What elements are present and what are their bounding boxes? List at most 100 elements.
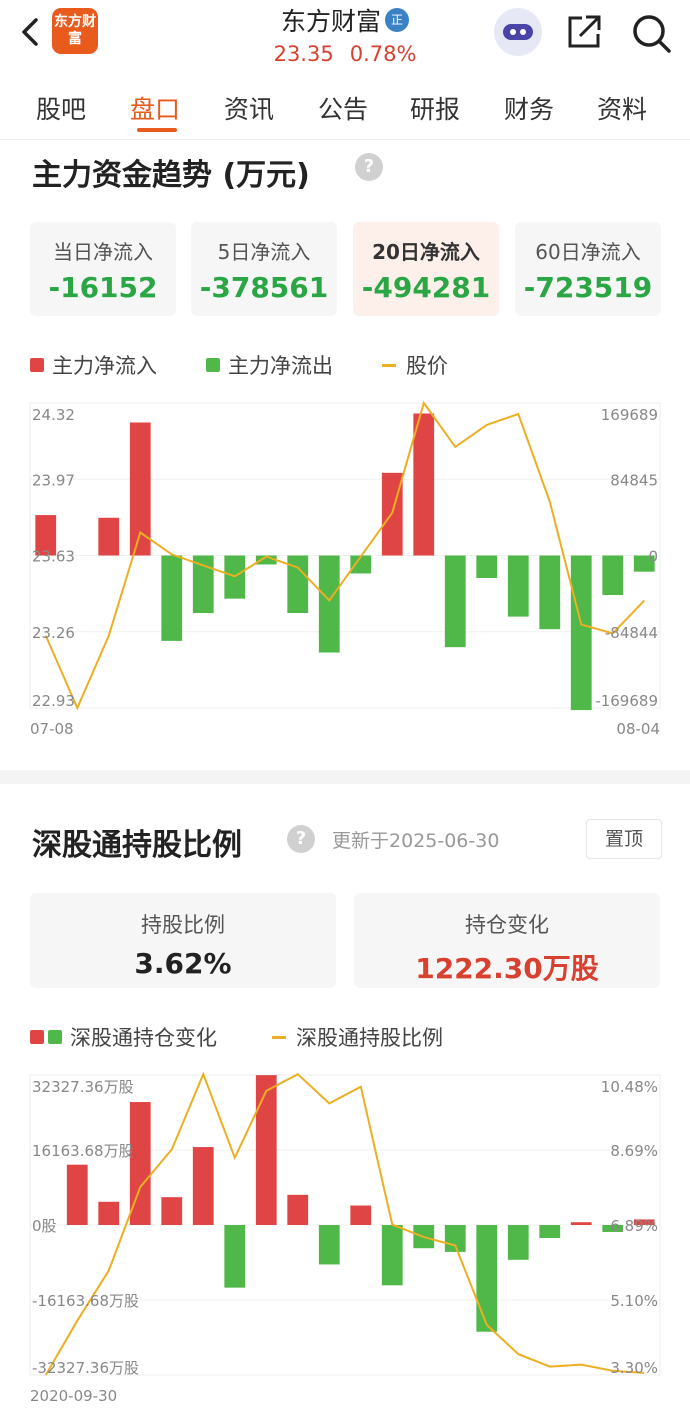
bar bbox=[570, 1222, 592, 1225]
tab-pankou[interactable]: 盘口 bbox=[130, 90, 180, 126]
app-logo: 东方财富 bbox=[52, 8, 98, 54]
left-tick-label: 22.93 bbox=[32, 692, 75, 710]
bar bbox=[507, 555, 529, 617]
share-icon[interactable] bbox=[564, 12, 604, 52]
card-label: 当日净流入 bbox=[53, 240, 153, 264]
stock-change-pct: 0.78% bbox=[349, 42, 417, 66]
bar bbox=[98, 517, 120, 556]
card-label: 5日净流入 bbox=[217, 240, 311, 264]
x-end-label: 08-04 bbox=[616, 720, 660, 738]
left-tick-label: 0股 bbox=[32, 1217, 57, 1235]
tab-announcements[interactable]: 公告 bbox=[318, 90, 368, 126]
left-tick-label: 24.32 bbox=[32, 406, 75, 424]
stock-price: 23.35 bbox=[273, 42, 334, 66]
back-arrow-icon[interactable] bbox=[12, 14, 48, 50]
legend-swatch bbox=[272, 1035, 286, 1039]
bar bbox=[476, 555, 498, 578]
card-label: 持仓变化 bbox=[465, 913, 549, 937]
x-start-label: 07-08 bbox=[30, 720, 74, 738]
bar bbox=[476, 1225, 498, 1332]
help-icon[interactable]: ? bbox=[287, 825, 315, 853]
card-value: -723519 bbox=[523, 271, 653, 304]
avatar-eye bbox=[520, 29, 526, 35]
tab-research[interactable]: 研报 bbox=[410, 90, 460, 126]
right-tick-label: -169689 bbox=[595, 692, 658, 710]
legend-holding-ratio: 深股通持股比例 bbox=[272, 1022, 443, 1052]
bar bbox=[255, 1075, 277, 1225]
stock-header: 东方财富正 23.35 0.78% bbox=[230, 2, 460, 66]
fund-trend-title: 主力资金趋势 (万元) bbox=[32, 158, 310, 193]
x-start-label: 2020-09-30 bbox=[30, 1387, 117, 1405]
legend-outflow: 主力净流出 bbox=[206, 350, 333, 380]
right-tick-label: 3.30% bbox=[610, 1359, 658, 1377]
bar bbox=[570, 555, 592, 711]
right-tick-label: 10.48% bbox=[601, 1078, 658, 1096]
right-tick-label: 8.69% bbox=[610, 1142, 658, 1160]
right-tick-label: 0 bbox=[648, 548, 658, 566]
bar bbox=[192, 1147, 214, 1225]
legend-label: 主力净流入 bbox=[52, 354, 157, 378]
legend-swatch bbox=[30, 358, 44, 372]
left-tick-label: 23.63 bbox=[32, 548, 75, 566]
update-date: 更新于2025-06-30 bbox=[332, 830, 500, 852]
bar bbox=[350, 1205, 372, 1225]
holding-chart: 32327.36万股 16163.68万股 0股 -16163.68万股 -32327.… bbox=[29, 1071, 661, 1405]
bar bbox=[413, 413, 435, 556]
bar bbox=[287, 1194, 309, 1225]
legend-label: 主力净流出 bbox=[228, 354, 333, 378]
right-tick-label: 5.10% bbox=[610, 1292, 658, 1310]
card-value: -494281 bbox=[361, 271, 491, 304]
bar bbox=[507, 1225, 529, 1260]
right-tick-label: 6.89% bbox=[610, 1217, 658, 1235]
tab-guba[interactable]: 股吧 bbox=[36, 90, 86, 126]
bar bbox=[318, 1225, 340, 1265]
card-value: 1222.30万股 bbox=[415, 952, 599, 985]
legend-inflow: 主力净流入 bbox=[30, 350, 157, 380]
card-holding-ratio: 持股比例 3.62% bbox=[30, 893, 336, 988]
active-tab-indicator bbox=[137, 128, 177, 132]
bar bbox=[192, 555, 214, 614]
tab-news[interactable]: 资讯 bbox=[224, 90, 274, 126]
left-tick-label: 32327.36万股 bbox=[32, 1078, 134, 1096]
legend-label: 股价 bbox=[406, 354, 448, 378]
card-60day-inflow[interactable]: 60日净流入 -723519 bbox=[515, 222, 661, 316]
legend-swatch bbox=[382, 363, 396, 367]
help-icon[interactable]: ? bbox=[355, 153, 383, 181]
card-value: 3.62% bbox=[134, 947, 232, 980]
card-20day-inflow[interactable]: 20日净流入 -494281 bbox=[353, 222, 499, 316]
left-tick-label: 23.26 bbox=[32, 624, 75, 642]
bar bbox=[98, 1201, 120, 1225]
avatar-face bbox=[503, 24, 533, 40]
legend-label: 深股通持仓变化 bbox=[70, 1026, 217, 1050]
search-icon[interactable] bbox=[630, 12, 672, 54]
legend-swatch bbox=[30, 1030, 44, 1044]
fund-flow-chart: 24.32 23.97 23.63 23.26 22.93 169689 84845 0 -84… bbox=[29, 400, 661, 738]
card-5day-inflow[interactable]: 5日净流入 -378561 bbox=[191, 222, 337, 316]
left-tick-label: 16163.68万股 bbox=[32, 1142, 134, 1160]
bar bbox=[539, 1225, 561, 1238]
stock-name: 东方财富 bbox=[280, 7, 381, 36]
top-bar: 东方财富 东方财富正 23.35 0.78% bbox=[0, 0, 690, 76]
avatar-eye bbox=[510, 29, 516, 35]
tab-finance[interactable]: 财务 bbox=[504, 90, 554, 126]
right-tick-label: -84844 bbox=[605, 624, 658, 642]
card-today-inflow[interactable]: 当日净流入 -16152 bbox=[30, 222, 176, 316]
bar bbox=[161, 555, 183, 641]
tab-profile[interactable]: 资料 bbox=[597, 90, 647, 126]
bar bbox=[381, 1225, 403, 1286]
verified-badge: 正 bbox=[385, 8, 409, 32]
card-holding-change: 持仓变化 1222.30万股 bbox=[354, 893, 660, 988]
left-tick-label: -16163.68万股 bbox=[32, 1292, 139, 1310]
right-tick-label: 169689 bbox=[601, 406, 658, 424]
bar bbox=[224, 1225, 246, 1288]
legend-price: 股价 bbox=[382, 350, 448, 380]
legend-swatch bbox=[48, 1030, 62, 1044]
bar bbox=[539, 555, 561, 630]
holding-title: 深股通持股比例 bbox=[32, 828, 242, 863]
stock-quote: 23.35 0.78% bbox=[230, 42, 460, 66]
card-value: -16152 bbox=[48, 271, 158, 304]
bar bbox=[161, 1197, 183, 1225]
pin-button[interactable]: 置顶 bbox=[586, 819, 662, 859]
assistant-avatar-icon[interactable] bbox=[494, 8, 542, 56]
bar bbox=[66, 1164, 88, 1225]
